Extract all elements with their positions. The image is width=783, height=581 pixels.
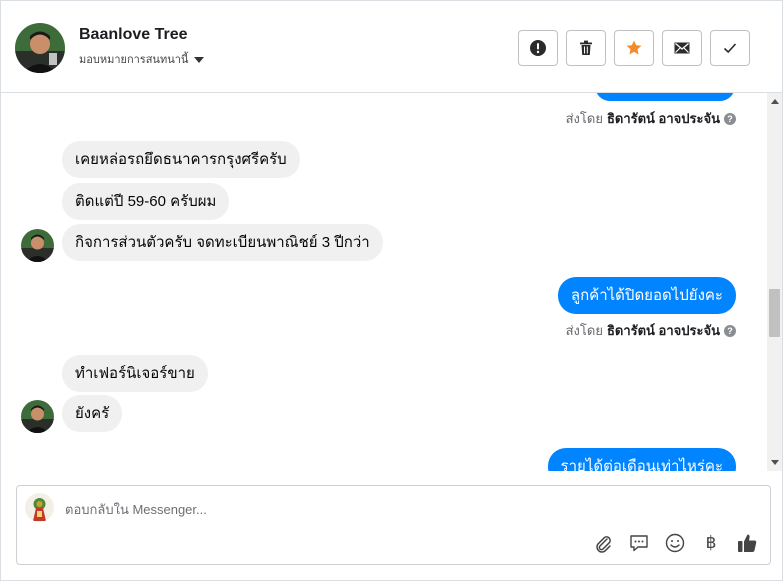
conversation-panel: Baanlove Tree มอบหมายการสนทนานี้ ส่งโดย … — [0, 0, 783, 581]
like-icon — [738, 534, 757, 552]
incoming-message[interactable]: เคยหล่อรถยึดธนาคารกรุงศรีครับ — [62, 141, 300, 178]
caret-down-icon — [194, 56, 205, 63]
page-avatar — [25, 493, 54, 522]
sent-by-line: ส่งโดย ธิดารัตน์ อาจประจัน ? — [566, 108, 736, 129]
payment-baht-icon: ฿ — [705, 533, 717, 552]
mark-unread-icon — [674, 42, 690, 54]
incoming-message[interactable]: กิจการส่วนตัวครับ จดทะเบียนพาณิชย์ 3 ปีก… — [62, 224, 383, 261]
emoji-button[interactable] — [664, 532, 686, 554]
saved-replies-button[interactable] — [628, 532, 650, 554]
outgoing-message[interactable]: ลูกค้าได้ปิดยอดไปยังคะ — [557, 277, 736, 314]
conversation-header: Baanlove Tree มอบหมายการสนทนานี้ — [1, 1, 782, 93]
incoming-message[interactable]: ยังครั — [62, 395, 123, 432]
incoming-message[interactable]: ติดแต่ปี 59-60 ครับผม — [62, 183, 230, 220]
saved-replies-icon — [630, 535, 648, 552]
mark-done-button[interactable] — [710, 30, 750, 66]
star-icon — [626, 40, 642, 55]
agent-name: ธิดารัตน์ อาจประจัน — [606, 111, 720, 126]
scrollbar-thumb[interactable] — [769, 289, 780, 337]
delete-button[interactable] — [566, 30, 606, 66]
assign-label: มอบหมายการสนทนานี้ — [79, 54, 189, 66]
header-actions — [518, 30, 750, 66]
message-list[interactable]: ส่งโดย ธิดารัตน์ อาจประจัน ? เคยหล่อรถยึ… — [1, 93, 767, 471]
payment-button[interactable]: ฿ — [700, 532, 722, 554]
star-button[interactable] — [614, 30, 654, 66]
mark-unread-button[interactable] — [662, 30, 702, 66]
spam-button[interactable] — [518, 30, 558, 66]
outgoing-message[interactable]: รายได้ต่อเดือนเท่าไหร่คะ — [547, 448, 736, 471]
help-icon[interactable]: ? — [724, 324, 736, 337]
reply-composer: ฿ — [16, 485, 771, 565]
attachment-icon — [596, 536, 611, 553]
incoming-message[interactable]: ทำเฟอร์นิเจอร์ขาย — [62, 355, 208, 392]
scroll-down-arrow-icon[interactable] — [771, 460, 779, 465]
sent-by-label: ส่งโดย — [565, 111, 603, 126]
customer-avatar[interactable] — [15, 23, 65, 73]
attachment-button[interactable] — [592, 532, 614, 554]
sent-by-line: ส่งโดย ธิดารัตน์ อาจประจัน ? — [566, 320, 736, 341]
customer-name: Baanlove Tree — [79, 26, 188, 43]
outgoing-message-partial[interactable] — [595, 93, 735, 101]
help-icon[interactable]: ? — [724, 112, 736, 125]
customer-avatar-small — [21, 229, 54, 262]
message-scrollbar[interactable] — [767, 93, 782, 471]
agent-name: ธิดารัตน์ อาจประจัน — [606, 323, 720, 338]
sent-by-label: ส่งโดย — [565, 323, 603, 338]
reply-input[interactable] — [65, 498, 745, 520]
trash-icon — [580, 40, 592, 55]
customer-avatar-small — [21, 400, 54, 433]
emoji-icon — [665, 533, 685, 553]
scroll-up-arrow-icon[interactable] — [771, 99, 779, 104]
spam-icon — [530, 40, 546, 56]
like-button[interactable] — [736, 532, 758, 554]
done-check-icon — [723, 43, 737, 54]
composer-tools: ฿ — [592, 532, 758, 554]
assign-conversation-dropdown[interactable]: มอบหมายการสนทนานี้ — [79, 50, 205, 68]
